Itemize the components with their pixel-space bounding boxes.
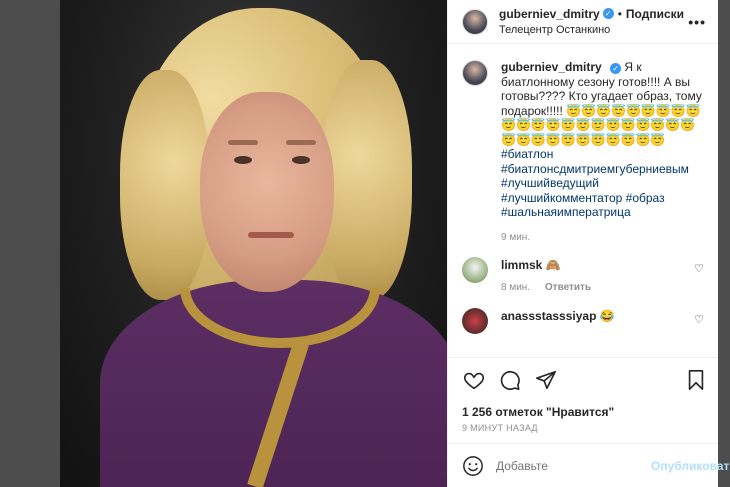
comment-item: anassstasssiyap 😂 ♡: [462, 308, 704, 334]
hashtag[interactable]: #образ: [626, 191, 665, 205]
hashtag[interactable]: #лучшийкомментатор: [501, 191, 622, 205]
emoji-icon[interactable]: [462, 455, 484, 477]
avatar[interactable]: [462, 8, 488, 35]
heart-icon[interactable]: [462, 368, 486, 392]
comment-time: 8 мин.: [501, 282, 531, 293]
caption: guberniev_dmitry ✓ Я к биатлонному сезон…: [462, 60, 704, 245]
like-comment-icon[interactable]: ♡: [694, 313, 704, 326]
comment-text: 😂: [599, 309, 615, 323]
header-text: guberniev_dmitry ✓ • Подписки Телецентр …: [499, 6, 684, 38]
comment-input[interactable]: [496, 458, 651, 473]
location-link[interactable]: Телецентр Останкино: [499, 22, 684, 38]
comment-body: anassstasssiyap 😂: [501, 308, 615, 334]
photo-brow-left: [228, 140, 258, 145]
post-header: guberniev_dmitry ✓ • Подписки Телецентр …: [448, 0, 718, 44]
comments-section[interactable]: guberniev_dmitry ✓ Я к биатлонному сезон…: [448, 44, 718, 357]
header-username[interactable]: guberniev_dmitry: [499, 6, 600, 22]
caption-body: guberniev_dmitry ✓ Я к биатлонному сезон…: [501, 60, 704, 245]
photo-hair-right: [322, 60, 412, 300]
follow-button[interactable]: Подписки: [626, 6, 684, 22]
avatar[interactable]: [462, 257, 488, 283]
comment-username[interactable]: limmsk: [501, 258, 542, 272]
comment-item: limmsk 🙈 8 мин. Ответить ♡: [462, 257, 704, 296]
likes-count[interactable]: 1 256 отметок "Нравится": [448, 401, 718, 419]
photo-face: [200, 92, 334, 292]
verified-icon: ✓: [610, 63, 622, 74]
post-photo[interactable]: [60, 0, 447, 487]
share-icon[interactable]: [534, 368, 558, 392]
photo-mouth: [248, 232, 294, 238]
verified-icon: ✓: [602, 8, 614, 19]
comment-body: limmsk 🙈 8 мин. Ответить: [501, 257, 603, 296]
hashtag[interactable]: #биатлон: [501, 147, 553, 161]
caption-username[interactable]: guberniev_dmitry: [501, 60, 602, 74]
reply-button[interactable]: Ответить: [545, 282, 591, 293]
hashtag[interactable]: #биатлонсдмитриемгуберниевым: [501, 162, 689, 176]
hashtag[interactable]: #шальнаяимператрица: [501, 205, 631, 219]
publish-button[interactable]: Опубликовать: [651, 459, 730, 473]
photo-brow-right: [286, 140, 316, 145]
avatar[interactable]: [462, 308, 488, 334]
like-comment-icon[interactable]: ♡: [694, 262, 704, 275]
caption-avatar[interactable]: [462, 60, 488, 86]
post-panel: guberniev_dmitry ✓ • Подписки Телецентр …: [447, 0, 730, 487]
photo-hair-left: [120, 70, 210, 300]
photo-eye-left: [234, 156, 252, 164]
bookmark-icon[interactable]: [684, 368, 708, 392]
post-modal: guberniev_dmitry ✓ • Подписки Телецентр …: [60, 0, 730, 487]
add-comment-bar: Опубликовать: [448, 443, 730, 487]
more-options-icon[interactable]: •••: [688, 14, 706, 30]
caption-time: 9 мин.: [501, 231, 531, 243]
comment-text: 🙈: [545, 258, 561, 272]
comment-icon[interactable]: [498, 368, 522, 392]
comment-username[interactable]: anassstasssiyap: [501, 309, 596, 323]
hashtag[interactable]: #лучшийведущий: [501, 176, 599, 190]
photo-eye-right: [292, 156, 310, 164]
header-dot: •: [617, 6, 622, 21]
posted-ago: 9 минут назад: [462, 423, 538, 433]
action-bar: [448, 357, 718, 401]
